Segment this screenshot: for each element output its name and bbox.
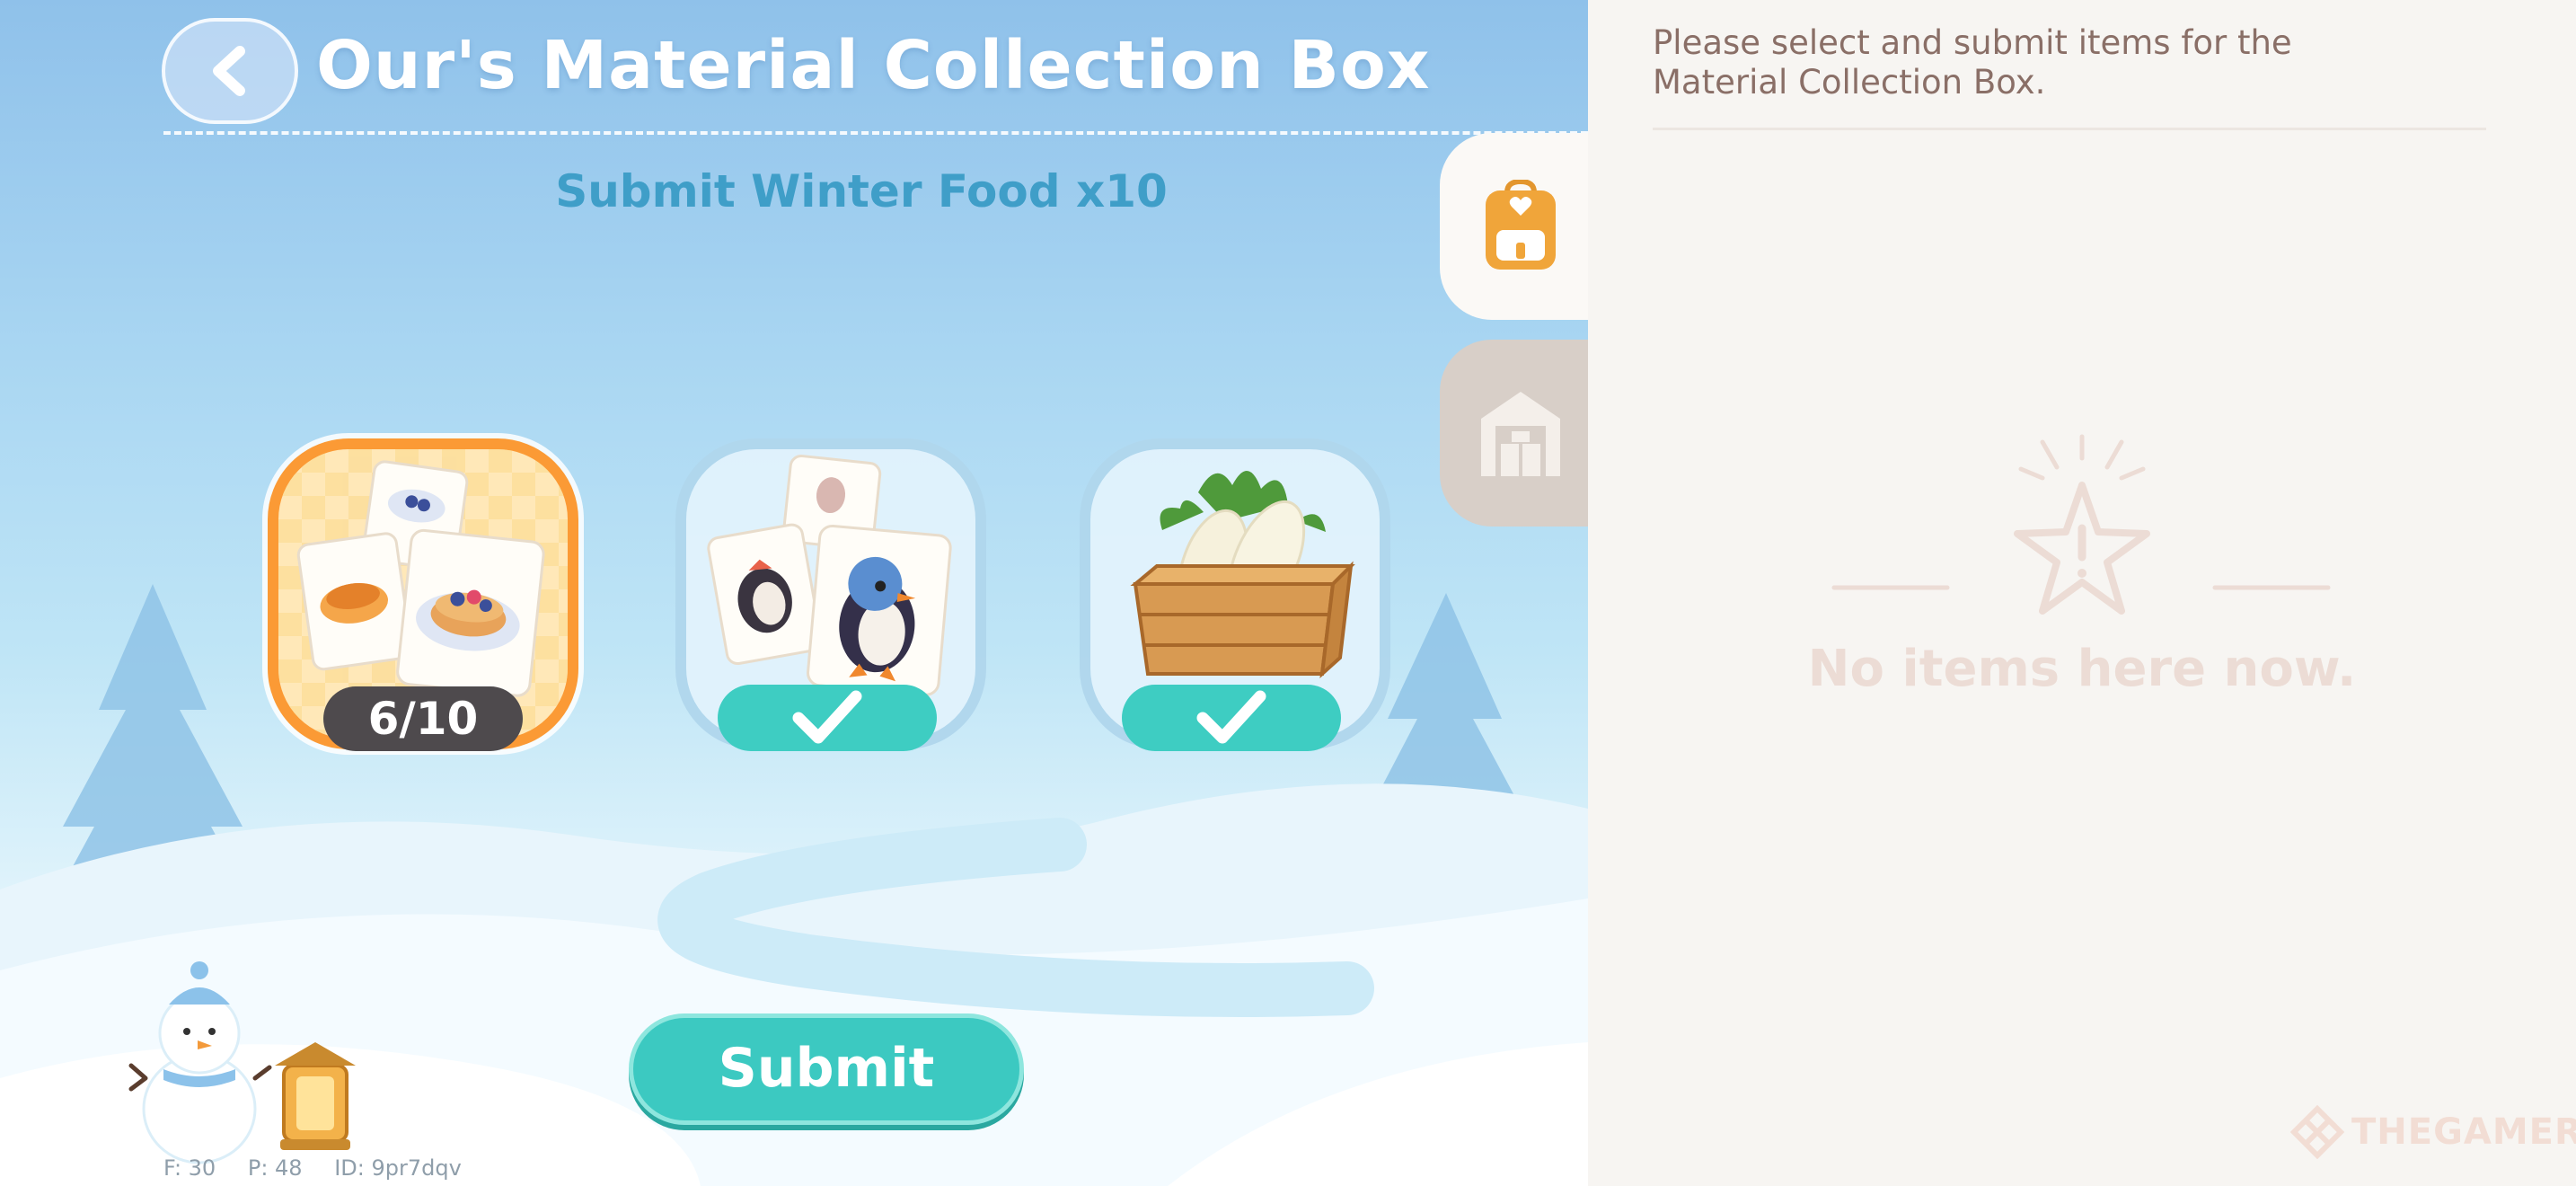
backpack-icon [1486, 180, 1556, 270]
slot-complete-badge [1122, 685, 1341, 751]
title-divider [163, 131, 1588, 135]
tab-warehouse[interactable] [1440, 340, 1601, 527]
back-button[interactable] [162, 18, 298, 124]
task-requirement: Submit Winter Food x10 [555, 165, 1168, 217]
collection-box-scene: Our's Material Collection Box Submit Win… [0, 0, 1588, 1186]
page-title: Our's Material Collection Box [316, 27, 1431, 104]
panel-divider [1653, 128, 2486, 130]
panel-instructions: Please select and submit items for the M… [1653, 23, 2292, 102]
star-alert-icon [1831, 434, 2331, 615]
debug-stats: F: 30 P: 48 ID: 9pr7dqv [163, 1155, 487, 1181]
debug-f: F: 30 [163, 1155, 216, 1181]
submit-button[interactable]: Submit [629, 1013, 1024, 1125]
chevron-left-icon [213, 46, 245, 96]
game-screen: Our's Material Collection Box Submit Win… [0, 0, 2576, 1186]
watermark-text: THEGAMER [2351, 1111, 2576, 1153]
check-icon [792, 690, 862, 744]
slot-progress-badge: 6/10 [323, 686, 523, 751]
tab-backpack[interactable] [1440, 133, 1601, 320]
debug-p: P: 48 [247, 1155, 303, 1181]
empty-state-text: No items here now. [1807, 640, 2357, 698]
check-icon [1196, 690, 1266, 744]
watermark: THEGAMER [2290, 1105, 2576, 1159]
slot-complete-badge [718, 685, 937, 751]
thegamer-logo-icon [2290, 1105, 2344, 1159]
item-selection-panel: Please select and submit items for the M… [1588, 0, 2576, 1186]
debug-id: ID: 9pr7dqv [334, 1155, 462, 1181]
warehouse-icon [1481, 392, 1560, 476]
